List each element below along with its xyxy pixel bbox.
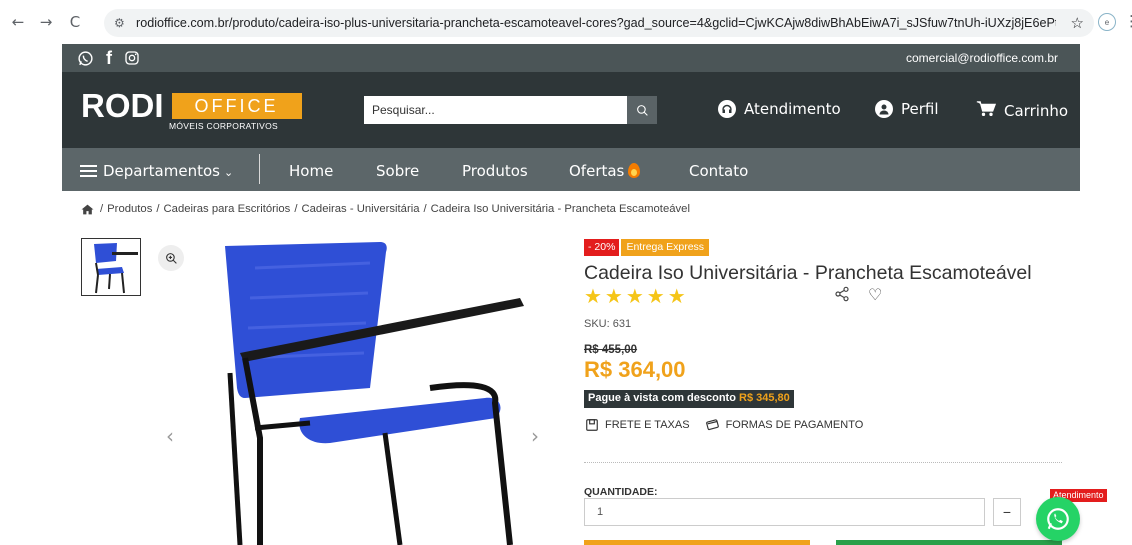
- gallery-prev-icon[interactable]: ‹: [166, 424, 174, 448]
- quantity-input[interactable]: [584, 498, 985, 526]
- nav-sobre[interactable]: Sobre: [376, 162, 419, 180]
- formas-pagamento-link[interactable]: FORMAS DE PAGAMENTO: [726, 419, 864, 431]
- perfil-label: Perfil: [901, 100, 939, 118]
- discount-badge: - 20%: [584, 239, 620, 256]
- rating-stars: ★★★★★: [584, 284, 689, 308]
- cash-discount-price: R$ 345,80: [739, 392, 790, 404]
- quantity-label: QUANTIDADE:: [584, 486, 658, 498]
- breadcrumb-item[interactable]: Cadeiras para Escritórios: [164, 203, 291, 215]
- search-input[interactable]: [364, 96, 627, 124]
- main-nav: Departamentos ⌄ Home Sobre Produtos Ofert…: [62, 148, 1080, 191]
- carrinho-link[interactable]: Carrinho: [976, 100, 1068, 122]
- back-icon[interactable]: ←: [6, 10, 30, 34]
- site-logo[interactable]: RODI OFFICE: [81, 87, 302, 124]
- hamburger-icon: [80, 165, 97, 177]
- nav-divider: [259, 154, 260, 184]
- breadcrumb-current: Cadeira Iso Universitária - Prancheta Es…: [430, 203, 690, 215]
- facebook-icon[interactable]: f: [106, 48, 112, 69]
- fire-icon: [628, 163, 641, 178]
- product-sku: SKU: 631: [584, 318, 632, 330]
- nav-home[interactable]: Home: [289, 162, 333, 180]
- cash-discount-label: Pague à vista com desconto: [588, 392, 736, 404]
- product-thumbnail[interactable]: [81, 238, 141, 296]
- quantity-decrease-button[interactable]: −: [993, 498, 1021, 526]
- nav-departamentos[interactable]: Departamentos ⌄: [80, 162, 233, 180]
- nav-contato[interactable]: Contato: [689, 162, 748, 180]
- search-icon: [636, 104, 648, 116]
- whatsapp-icon: [1047, 508, 1069, 530]
- whatsapp-float-button[interactable]: [1036, 497, 1080, 541]
- cash-discount-box: Pague à vista com desconto R$ 345,80: [584, 390, 794, 408]
- logo-rodi-text: RODI: [81, 87, 164, 124]
- bookmark-star-icon[interactable]: ☆: [1071, 14, 1084, 32]
- chair-image: [225, 242, 524, 545]
- buy-button[interactable]: [584, 540, 810, 545]
- logo-office-box: OFFICE: [171, 93, 302, 119]
- payment-card-icon: [705, 418, 720, 432]
- url-text: rodioffice.com.br/produto/cadeira-iso-pl…: [136, 16, 1056, 30]
- product-badges: - 20% Entrega Express: [584, 239, 710, 256]
- frete-link[interactable]: FRETE E TAXAS: [605, 419, 690, 431]
- top-social-bar: f comercial@rodioffice.com.br: [62, 44, 1080, 72]
- extension-icon[interactable]: e: [1098, 13, 1116, 31]
- nav-departamentos-label: Departamentos: [103, 162, 220, 180]
- zoom-icon[interactable]: [158, 245, 184, 271]
- user-icon: [875, 100, 893, 118]
- breadcrumb-item[interactable]: Cadeiras - Universitária: [301, 203, 419, 215]
- cart-icon: [976, 100, 997, 122]
- carrinho-label: Carrinho: [1004, 102, 1069, 120]
- forward-icon[interactable]: →: [34, 10, 58, 34]
- express-badge: Entrega Express: [621, 239, 710, 256]
- nav-ofertas[interactable]: Ofertas: [569, 162, 641, 180]
- product-main-image[interactable]: [200, 238, 560, 545]
- breadcrumb: / Produtos / Cadeiras para Escritórios /…: [81, 203, 690, 215]
- chair-thumbnail-image: [94, 243, 138, 294]
- chevron-down-icon: ⌄: [223, 166, 234, 179]
- social-links: f: [77, 48, 140, 69]
- nav-ofertas-label: Ofertas: [569, 162, 625, 180]
- home-icon[interactable]: [81, 204, 94, 215]
- reload-icon[interactable]: C: [63, 10, 87, 34]
- main-header: RODI OFFICE MÓVEIS CORPORATIVOS Atendime…: [62, 72, 1080, 148]
- current-price: R$ 364,00: [584, 357, 686, 382]
- browser-toolbar: ← → C ⚙ rodioffice.com.br/produto/cadeir…: [0, 0, 1132, 44]
- breadcrumb-separator: /: [423, 203, 427, 215]
- shipping-payment-row: FRETE E TAXAS FORMAS DE PAGAMENTO: [585, 418, 863, 432]
- gallery-next-icon[interactable]: ›: [531, 424, 539, 448]
- nav-produtos[interactable]: Produtos: [462, 162, 528, 180]
- breadcrumb-separator: /: [294, 203, 298, 215]
- heart-icon[interactable]: ♡: [868, 285, 882, 304]
- search-button[interactable]: [627, 96, 657, 124]
- site-settings-icon[interactable]: ⚙: [114, 16, 136, 30]
- perfil-link[interactable]: Perfil: [875, 100, 939, 118]
- share-icon[interactable]: [834, 286, 850, 302]
- atendimento-label: Atendimento: [744, 100, 841, 118]
- breadcrumb-item[interactable]: Produtos: [107, 203, 152, 215]
- whatsapp-icon[interactable]: [77, 48, 94, 69]
- breadcrumb-separator: /: [100, 203, 104, 215]
- product-title: Cadeira Iso Universitária - Prancheta Es…: [584, 262, 1032, 284]
- browser-menu-icon[interactable]: ⋮: [1124, 12, 1132, 30]
- contact-email[interactable]: comercial@rodioffice.com.br: [906, 51, 1058, 65]
- old-price: R$ 455,00: [584, 344, 638, 356]
- divider: [584, 462, 1062, 463]
- search-bar: [364, 96, 670, 124]
- shipping-box-icon: [585, 418, 599, 432]
- atendimento-link[interactable]: Atendimento: [718, 100, 841, 118]
- breadcrumb-separator: /: [156, 203, 160, 215]
- address-bar[interactable]: ⚙ rodioffice.com.br/produto/cadeira-iso-…: [104, 9, 1094, 37]
- logo-subtitle: MÓVEIS CORPORATIVOS: [169, 121, 278, 131]
- instagram-icon[interactable]: [124, 48, 140, 69]
- headset-icon: [718, 100, 736, 118]
- whatsapp-buy-button[interactable]: [836, 540, 1062, 545]
